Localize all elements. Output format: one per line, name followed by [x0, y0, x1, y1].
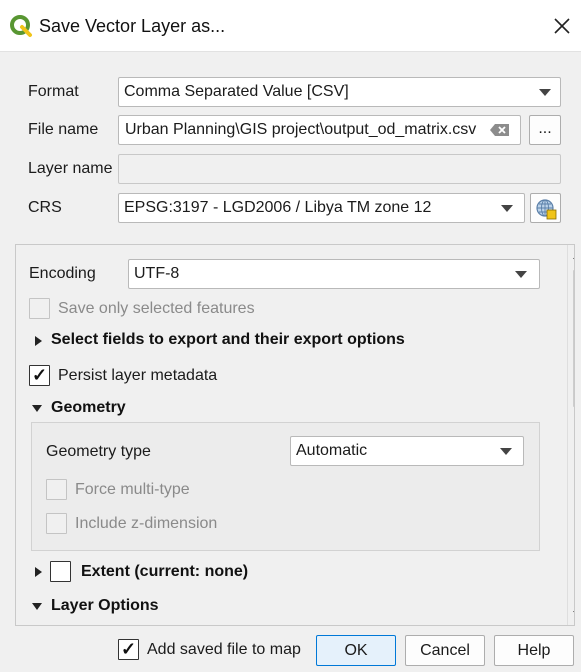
- filename-value: Urban Planning\GIS project\output_od_mat…: [125, 121, 477, 138]
- save-selected-checkbox[interactable]: [29, 298, 50, 319]
- force-multi-checkbox[interactable]: [46, 479, 67, 500]
- format-value: Comma Separated Value [CSV]: [124, 83, 349, 100]
- crs-label: CRS: [28, 199, 62, 216]
- save-selected-label: Save only selected features: [58, 300, 255, 317]
- geometry-type-value: Automatic: [296, 442, 368, 459]
- filename-label: File name: [28, 121, 99, 138]
- window-title: Save Vector Layer as...: [39, 16, 226, 36]
- expand-right-icon[interactable]: [35, 567, 42, 577]
- scroll-up-icon[interactable]: [572, 251, 575, 261]
- extent-checkbox[interactable]: [50, 561, 71, 582]
- scroll-down-icon[interactable]: [572, 609, 575, 619]
- chevron-down-icon: [515, 271, 527, 278]
- crs-globe-icon: [536, 199, 557, 220]
- persist-metadata-label: Persist layer metadata: [58, 367, 218, 384]
- format-label: Format: [28, 83, 79, 100]
- checkmark-icon: ✓: [121, 639, 137, 659]
- qgis-logo-icon: [10, 15, 32, 37]
- include-z-checkbox[interactable]: [46, 513, 67, 534]
- crs-select-button[interactable]: [530, 193, 561, 223]
- layer-options-section[interactable]: Layer Options: [51, 597, 159, 615]
- scroll-thumb[interactable]: [573, 270, 574, 407]
- layername-label: Layer name: [28, 160, 113, 177]
- encoding-combobox[interactable]: UTF-8: [128, 259, 540, 289]
- chevron-down-icon: [500, 448, 512, 455]
- help-button[interactable]: Help: [494, 635, 574, 666]
- title-bar: Save Vector Layer as...: [0, 0, 581, 52]
- add-to-map-checkbox[interactable]: ✓: [118, 639, 139, 660]
- encoding-value: UTF-8: [134, 265, 180, 282]
- collapse-down-icon[interactable]: [32, 405, 42, 412]
- crs-combobox[interactable]: EPSG:3197 - LGD2006 / Libya TM zone 12: [118, 193, 525, 223]
- format-combobox[interactable]: Comma Separated Value [CSV]: [118, 77, 561, 107]
- options-scrollbar[interactable]: [567, 245, 575, 625]
- checkmark-icon: ✓: [32, 365, 48, 385]
- options-panel: Encoding UTF-8 Save only selected featur…: [15, 244, 575, 626]
- add-to-map-label: Add saved file to map: [147, 641, 301, 658]
- filename-input[interactable]: Urban Planning\GIS project\output_od_mat…: [118, 115, 521, 145]
- browse-button[interactable]: ...: [529, 115, 561, 145]
- force-multi-label: Force multi-type: [75, 481, 190, 498]
- geometry-type-label: Geometry type: [46, 443, 151, 460]
- layername-input[interactable]: [118, 154, 561, 184]
- chevron-down-icon: [539, 89, 551, 96]
- close-icon[interactable]: [548, 12, 576, 40]
- geometry-group: Geometry type Automatic Force multi-type…: [31, 422, 540, 551]
- chevron-down-icon: [501, 205, 513, 212]
- select-fields-section[interactable]: Select fields to export and their export…: [51, 331, 405, 349]
- cancel-button[interactable]: Cancel: [405, 635, 485, 666]
- geometry-type-combobox[interactable]: Automatic: [290, 436, 524, 466]
- expand-right-icon[interactable]: [35, 336, 42, 346]
- extent-section[interactable]: Extent (current: none): [81, 563, 248, 581]
- clear-text-icon[interactable]: [489, 122, 510, 138]
- encoding-label: Encoding: [29, 265, 96, 282]
- ok-button[interactable]: OK: [316, 635, 396, 666]
- geometry-section[interactable]: Geometry: [51, 399, 126, 417]
- collapse-down-icon[interactable]: [32, 603, 42, 610]
- crs-value: EPSG:3197 - LGD2006 / Libya TM zone 12: [124, 199, 432, 216]
- persist-metadata-checkbox[interactable]: ✓: [29, 365, 50, 386]
- include-z-label: Include z-dimension: [75, 515, 218, 532]
